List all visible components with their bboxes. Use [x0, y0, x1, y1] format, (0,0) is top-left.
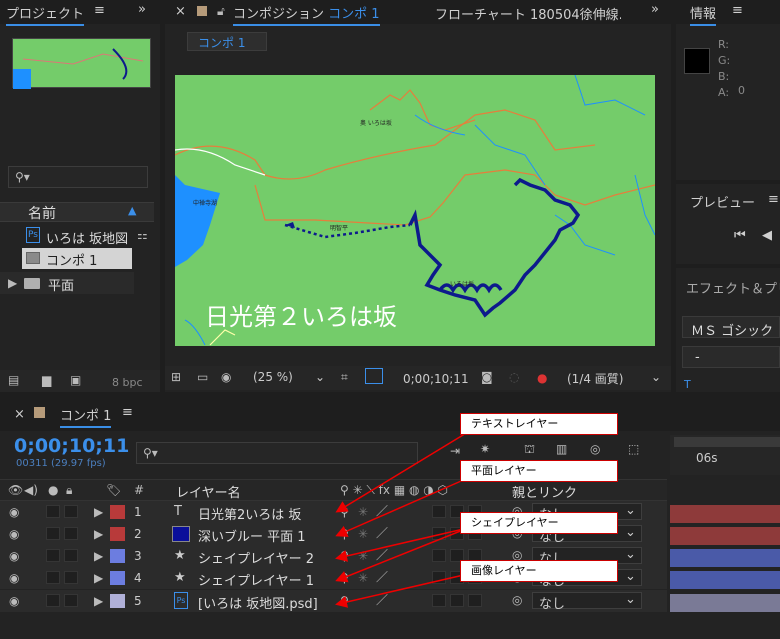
callout-shape-layer: シェイプレイヤー [460, 512, 618, 534]
callout-image-layer: 画像レイヤー [460, 560, 618, 582]
callout-text-layer: テキストレイヤー [460, 413, 618, 435]
callout-arrows [335, 431, 469, 608]
callout-solid-layer: 平面レイヤー [460, 460, 618, 482]
